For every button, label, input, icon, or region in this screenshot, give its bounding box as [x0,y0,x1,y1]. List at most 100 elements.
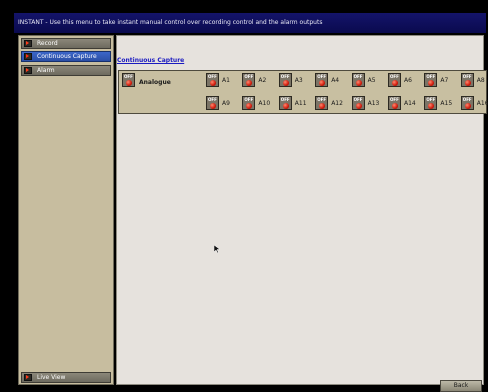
channel-label: A4 [331,77,340,84]
row-label-analogue: Analogue [139,79,171,86]
chevron-right-icon [24,67,32,74]
off-label: OFF [390,74,399,79]
chevron-right-icon [24,53,32,60]
record-led-icon [246,80,253,86]
sidebar-item-alarm[interactable]: Alarm [21,65,111,76]
record-led-icon [464,103,471,109]
channel-toggle-a7[interactable]: OFF A7 [424,73,458,87]
channel-toggle-a16[interactable]: OFF A16 [460,96,488,110]
off-label: OFF [208,97,217,102]
channel-panel: OFF Analogue OFF A1 OFF A2 OFF A3 OFF A4 OFF A5 OF… [118,70,488,114]
record-led-icon [392,103,398,109]
channel-toggle-a5[interactable]: OFF A5 [351,73,386,87]
record-led-icon [355,80,362,86]
off-label: OFF [244,97,254,102]
off-label: OFF [390,97,399,102]
record-led-icon [319,103,326,109]
record-toggle-button: OFF [460,96,474,110]
channel-toggle-a10[interactable]: OFF A10 [242,96,276,110]
channel-toggle-a4[interactable]: OFF A4 [315,73,349,87]
sidebar-item-label: Alarm [37,67,55,74]
channel-toggle-a2[interactable]: OFF A2 [242,73,276,87]
channel-label: A3 [294,77,303,84]
record-led-icon [464,80,471,86]
record-toggle-button: OFF [424,73,438,87]
record-led-icon [210,103,216,109]
off-label: OFF [124,74,133,79]
channel-label: A11 [294,100,307,107]
off-label: OFF [462,74,472,79]
window-title: INSTANT - Use this menu to take instant … [14,13,486,33]
record-toggle-button: OFF [388,96,401,110]
record-led-icon [428,103,435,109]
main-panel: Continuous Capture OFF Analogue OFF A1 OFF… [116,35,488,392]
record-led-icon [428,80,435,86]
off-label: OFF [280,74,290,79]
off-label: OFF [353,74,363,79]
sidebar-item-label: Record [37,40,58,47]
record-led-icon [246,103,253,109]
record-led-icon [319,80,326,86]
sidebar-item-label: Continuous Capture [37,53,97,60]
record-toggle-button: OFF [315,73,329,87]
channel-label: A10 [258,100,271,107]
channel-toggle-a1[interactable]: OFF A1 [206,73,240,87]
off-label: OFF [353,97,363,102]
record-led-icon [282,103,289,109]
record-toggle-button: OFF [242,73,256,87]
channel-label: A6 [404,77,412,84]
instant-menu-window: INSTANT - Use this menu to take instant … [14,13,488,392]
channel-toggle-a11[interactable]: OFF A11 [278,96,313,110]
live-view-label: Live View [37,374,66,381]
record-toggle-button: OFF [388,73,401,87]
channel-toggle-a3[interactable]: OFF A3 [278,73,313,87]
record-toggle-button: OFF [460,73,474,87]
sidebar-item-record[interactable]: Record [21,38,111,49]
record-toggle-button: OFF [278,96,292,110]
channel-label: A5 [367,77,376,84]
off-label: OFF [244,74,254,79]
channel-label: A15 [440,100,453,107]
record-toggle-button: OFF [242,96,256,110]
off-label: OFF [317,97,327,102]
channel-toggle-a8[interactable]: OFF A8 [460,73,488,87]
channel-label: A2 [258,77,267,84]
record-toggle-button: OFF [206,73,219,87]
channel-toggle-a6[interactable]: OFF A6 [388,73,422,87]
channel-label: A9 [222,100,230,107]
record-toggle-button: OFF [351,96,365,110]
off-label: OFF [426,74,436,79]
channel-toggle-a14[interactable]: OFF A14 [388,96,422,110]
record-led-icon [126,80,132,86]
record-led-icon [355,103,362,109]
record-toggle-button: OFF [206,96,219,110]
record-toggle-button: OFF [351,73,365,87]
record-toggle-button: OFF [122,73,135,87]
channel-toggle-a9[interactable]: OFF A9 [206,96,240,110]
channel-toggle-a12[interactable]: OFF A12 [315,96,349,110]
off-label: OFF [208,74,217,79]
record-toggle-button: OFF [278,73,292,87]
record-toggle-button: OFF [424,96,438,110]
chevron-right-icon [24,374,32,381]
chevron-right-icon [24,40,32,47]
channel-label: A13 [367,100,380,107]
sidebar-item-continuous-capture[interactable]: Continuous Capture [21,51,111,62]
record-led-icon [392,80,398,86]
channel-label: A14 [404,100,416,107]
channel-label: A16 [476,100,488,107]
channel-label: A8 [476,77,485,84]
off-label: OFF [462,97,472,102]
record-toggle-button: OFF [315,96,329,110]
off-label: OFF [426,97,436,102]
channel-toggle-a13[interactable]: OFF A13 [351,96,386,110]
live-view-button[interactable]: Live View [21,372,111,383]
channel-label: A12 [331,100,343,107]
analogue-all-toggle[interactable]: OFF [122,73,136,87]
channel-toggle-a15[interactable]: OFF A15 [424,96,458,110]
mouse-cursor-icon [214,245,221,253]
off-label: OFF [280,97,290,102]
channel-label: A7 [440,77,449,84]
back-button[interactable]: Back [440,380,482,392]
section-title: Continuous Capture [117,57,185,64]
